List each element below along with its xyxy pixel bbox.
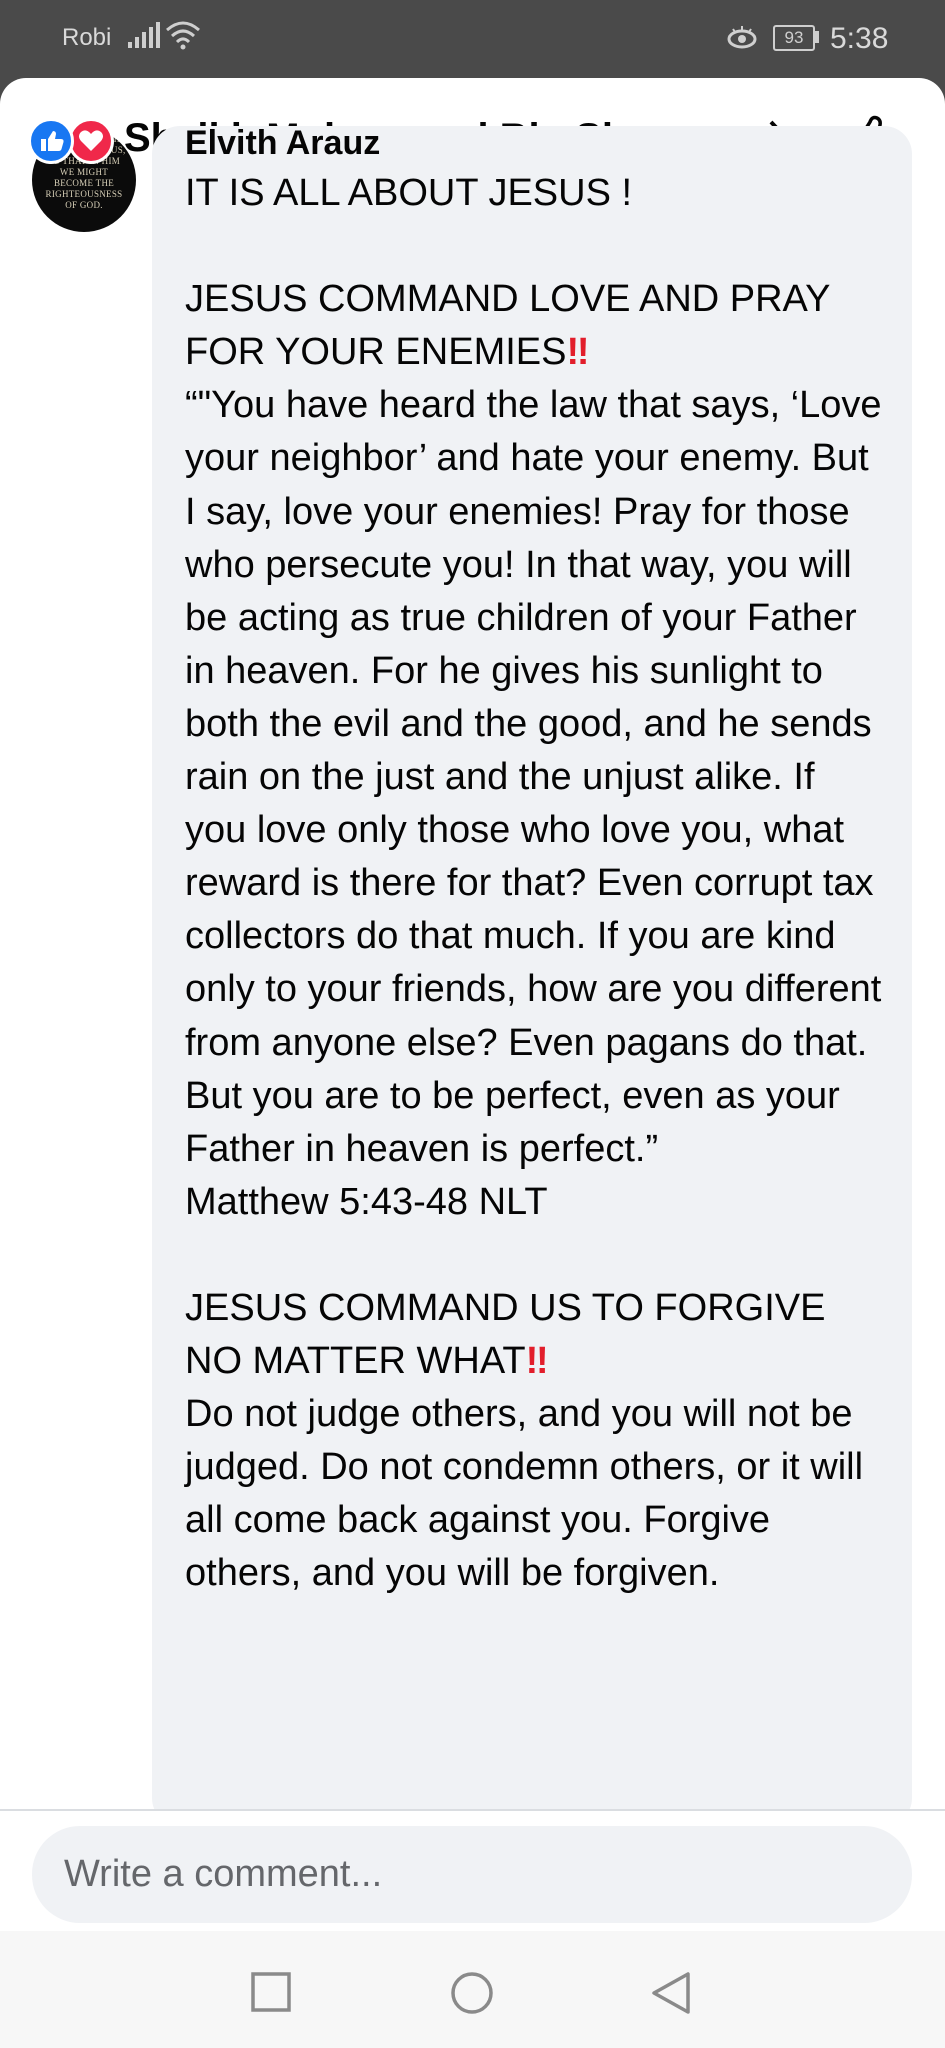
like-reaction-icon xyxy=(28,118,74,164)
home-icon[interactable] xyxy=(450,1971,494,2020)
heading-text: JESUS COMMAND LOVE AND PRAY FOR YOUR ENE… xyxy=(185,278,841,374)
eye-comfort-icon xyxy=(727,26,757,57)
comment-input[interactable]: Write a comment... xyxy=(32,1826,912,1923)
double-exclamation-icon: ‼ xyxy=(566,331,589,374)
comment-paragraph: Do not judge others, and you will not be… xyxy=(185,1393,874,1595)
comment-heading: JESUS COMMAND LOVE AND PRAY FOR YOUR ENE… xyxy=(185,273,885,379)
heading-text: JESUS COMMAND US TO FORGIVE NO MATTER WH… xyxy=(185,1286,837,1383)
signal-icon xyxy=(128,22,160,55)
system-navigation-bar xyxy=(0,1931,945,2048)
recent-apps-icon[interactable] xyxy=(250,1971,292,2018)
double-exclamation-icon: ‼ xyxy=(525,1340,549,1383)
comment-quote: “"You have heard the law that says, ‘Lov… xyxy=(185,384,882,1170)
battery-indicator: 93 xyxy=(773,25,815,51)
wifi-icon xyxy=(165,20,201,57)
status-bar: Robi 93 5:38 xyxy=(0,0,945,80)
love-reaction-icon xyxy=(68,118,114,164)
comment-reference: Matthew 5:43-48 NLT xyxy=(185,1180,548,1223)
comment-text: IT IS ALL ABOUT JESUS ! JESUS COMMAND LOV… xyxy=(185,167,885,1601)
battery-tip xyxy=(815,31,819,43)
comment-line: IT IS ALL ABOUT JESUS ! xyxy=(185,172,633,214)
comment-author[interactable]: Elvith Arauz xyxy=(185,124,380,163)
carrier-name: Robi xyxy=(62,24,112,51)
comment-heading: JESUS COMMAND US TO FORGIVE NO MATTER WH… xyxy=(185,1282,885,1388)
status-clock: 5:38 xyxy=(830,22,889,55)
back-icon[interactable] xyxy=(650,1971,692,2020)
